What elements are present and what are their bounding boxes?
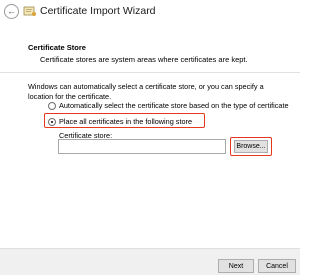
- radio-option-automatic[interactable]: Automatically select the certificate sto…: [48, 101, 289, 110]
- section-title: Certificate Store: [28, 43, 86, 52]
- arrow-left-icon: ←: [7, 6, 16, 16]
- radio-button-automatic[interactable]: [48, 101, 56, 110]
- section-description: Certificate stores are system areas wher…: [40, 55, 248, 64]
- window-title: Certificate Import Wizard: [40, 5, 156, 17]
- intro-text: Windows can automatically select a certi…: [28, 82, 264, 101]
- certificate-store-field[interactable]: [58, 139, 226, 154]
- wizard-footer: [0, 248, 300, 275]
- header-divider: [0, 72, 300, 73]
- cancel-button[interactable]: Cancel: [258, 259, 296, 273]
- title-bar: ← Certificate Import Wizard: [0, 0, 300, 24]
- radio-label-automatic: Automatically select the certificate sto…: [59, 101, 289, 110]
- radio-option-place-store[interactable]: Place all certificates in the following …: [48, 117, 192, 126]
- radio-label-place-store: Place all certificates in the following …: [59, 117, 193, 126]
- next-button[interactable]: Next: [218, 259, 254, 273]
- browse-button[interactable]: Browse...: [234, 140, 268, 153]
- back-button[interactable]: ←: [4, 4, 19, 19]
- certificate-wizard-icon: [23, 6, 36, 16]
- radio-button-place-store[interactable]: [48, 117, 56, 126]
